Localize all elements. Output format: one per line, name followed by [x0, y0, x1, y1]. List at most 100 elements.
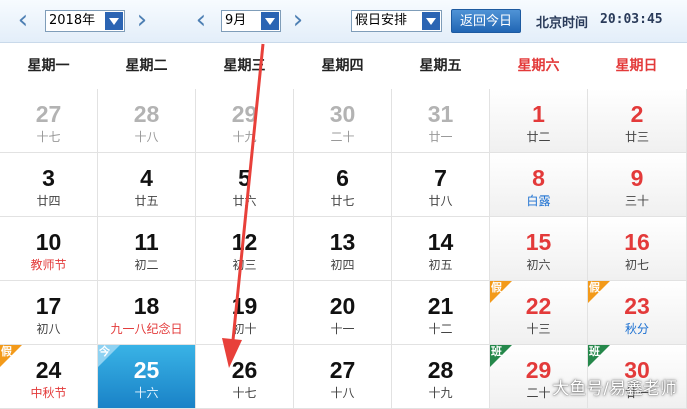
calendar-toolbar: ‹ 2018年 › ‹ 9月 › 假日安排 返回今日 北京时间 20:03:45: [0, 0, 687, 43]
lunar-date: 初六: [526, 258, 551, 272]
day-cell[interactable]: 30 二十: [294, 89, 392, 153]
lunar-date: 十九: [232, 130, 257, 144]
lunar-date: 初二: [134, 258, 159, 272]
year-select-value: 2018年: [49, 13, 96, 28]
day-cell[interactable]: 27 十七: [0, 89, 98, 153]
lunar-date: 中秋节: [30, 386, 67, 400]
day-cell[interactable]: 26 十七: [196, 345, 294, 409]
weekday-4: 星期四: [321, 58, 364, 74]
tag-label: 班: [589, 345, 600, 358]
weekday-2: 星期二: [125, 58, 168, 74]
day-cell[interactable]: 2 廿三: [588, 89, 687, 153]
prev-year-button[interactable]: ‹: [14, 7, 32, 34]
chevron-down-icon: [261, 12, 279, 30]
day-cell[interactable]: 11 初二: [98, 217, 196, 281]
lunar-date: 廿五: [134, 194, 159, 208]
day-number: 11: [134, 229, 159, 255]
day-number: 10: [35, 229, 62, 255]
day-cell[interactable]: 10 教师节: [0, 217, 98, 281]
month-select-value: 9月: [225, 13, 247, 28]
day-number: 18: [133, 293, 160, 319]
day-number: 1: [532, 101, 545, 127]
today-tag: 今: [98, 345, 120, 367]
day-cell[interactable]: 3 廿四: [0, 153, 98, 217]
lunar-date: 十一: [330, 322, 355, 336]
day-cell[interactable]: 5 廿六: [196, 153, 294, 217]
workday-tag: 班: [490, 345, 512, 367]
lunar-date: 初七: [624, 258, 649, 272]
day-number: 26: [231, 357, 258, 383]
lunar-date: 教师节: [30, 258, 67, 272]
day-cell[interactable]: 15 初六: [490, 217, 588, 281]
lunar-date: 初四: [330, 258, 355, 272]
lunar-date: 十七: [36, 130, 61, 144]
day-cell[interactable]: 31 廿一: [392, 89, 490, 153]
day-cell[interactable]: 假 23 秋分: [588, 281, 687, 345]
weekday-header: 星期一 星期二 星期三 星期四 星期五 星期六 星期日: [0, 43, 687, 90]
holiday-tag: 假: [588, 281, 610, 303]
day-number: 21: [427, 293, 454, 319]
year-select[interactable]: 2018年: [45, 10, 125, 32]
day-number: 17: [35, 293, 62, 319]
holiday-arrangement-select[interactable]: 假日安排: [351, 10, 442, 32]
beijing-time-label: 北京时间: [536, 16, 589, 31]
month-select[interactable]: 9月: [221, 10, 281, 32]
day-number: 15: [525, 229, 552, 255]
day-number: 16: [624, 229, 650, 255]
day-number: 27: [329, 357, 356, 383]
day-cell[interactable]: 9 三十: [588, 153, 687, 217]
lunar-date: 廿六: [232, 194, 257, 208]
day-number: 7: [434, 165, 447, 191]
day-cell[interactable]: 16 初七: [588, 217, 687, 281]
day-number: 6: [336, 165, 349, 191]
weekday-3: 星期三: [223, 58, 266, 74]
day-cell[interactable]: 6 廿七: [294, 153, 392, 217]
back-to-today-button[interactable]: 返回今日: [451, 9, 521, 33]
day-number: 2: [630, 101, 644, 127]
tag-label: 今: [99, 345, 110, 358]
day-cell[interactable]: 20 十一: [294, 281, 392, 345]
lunar-date: 廿三: [624, 130, 649, 144]
day-cell[interactable]: 28 十九: [392, 345, 490, 409]
day-cell[interactable]: 7 廿八: [392, 153, 490, 217]
lunar-date: 十八: [134, 130, 159, 144]
day-number: 13: [329, 229, 356, 255]
watermark: 大鱼号/易鑫老师: [552, 379, 677, 399]
lunar-date: 初八: [36, 322, 61, 336]
day-cell[interactable]: 假 24 中秋节: [0, 345, 98, 409]
day-cell[interactable]: 12 初三: [196, 217, 294, 281]
prev-month-button[interactable]: ‹: [192, 7, 210, 34]
lunar-date: 初十: [232, 322, 257, 336]
day-cell[interactable]: 18 九一八纪念日: [98, 281, 196, 345]
holiday-select-value: 假日安排: [355, 13, 408, 28]
day-number: 19: [231, 293, 258, 319]
day-cell[interactable]: 19 初十: [196, 281, 294, 345]
lunar-date: 廿八: [428, 194, 453, 208]
day-number: 14: [427, 229, 454, 255]
day-cell[interactable]: 29 十九: [196, 89, 294, 153]
day-cell[interactable]: 1 廿二: [490, 89, 588, 153]
day-number: 30: [329, 101, 356, 127]
next-month-button[interactable]: ›: [289, 7, 307, 34]
day-number: 5: [238, 165, 251, 191]
next-year-button[interactable]: ›: [133, 7, 151, 34]
day-cell[interactable]: 8 白露: [490, 153, 588, 217]
lunar-date: 初五: [428, 258, 453, 272]
day-number: 4: [140, 165, 153, 191]
day-cell[interactable]: 21 十二: [392, 281, 490, 345]
clock-time: 20:03:45: [600, 12, 663, 27]
calendar-grid: 27 十七 28 十八 29 十九 30 二十 31 廿一 1 廿二 2 廿三 3 廿四 4 廿五 5 廿六 6 廿七 7 廿…: [0, 89, 687, 409]
holiday-tag: 假: [0, 345, 22, 367]
day-cell[interactable]: 14 初五: [392, 217, 490, 281]
lunar-date: 十八: [330, 386, 355, 400]
day-cell[interactable]: 28 十八: [98, 89, 196, 153]
day-cell[interactable]: 假 22 十三: [490, 281, 588, 345]
day-cell[interactable]: 27 十八: [294, 345, 392, 409]
day-cell[interactable]: 今 25 十六: [98, 345, 196, 409]
tag-label: 假: [589, 281, 600, 294]
day-cell[interactable]: 17 初八: [0, 281, 98, 345]
lunar-date: 十九: [428, 386, 453, 400]
day-cell[interactable]: 4 廿五: [98, 153, 196, 217]
day-cell[interactable]: 13 初四: [294, 217, 392, 281]
lunar-date: 初三: [232, 258, 257, 272]
